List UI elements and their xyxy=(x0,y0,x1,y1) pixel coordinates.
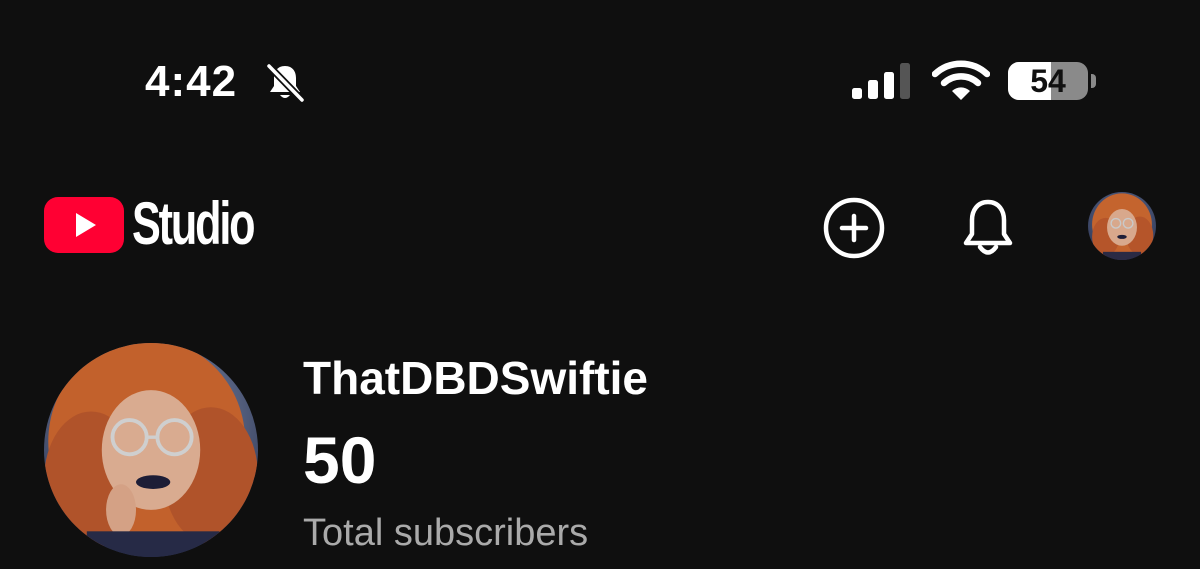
account-avatar[interactable] xyxy=(1088,192,1156,260)
subscriber-label: Total subscribers xyxy=(303,512,589,554)
create-button[interactable] xyxy=(822,196,886,260)
bell-icon xyxy=(963,199,1013,255)
plus-circle-icon xyxy=(823,197,885,259)
channel-name: ThatDBDSwiftie xyxy=(303,352,648,404)
status-bar: 4:42 54 xyxy=(0,0,1200,140)
app-header: Studio xyxy=(0,180,1200,280)
battery-percent: 54 xyxy=(1030,63,1066,99)
channel-avatar-image xyxy=(44,343,258,557)
profile-avatar xyxy=(1088,192,1156,260)
channel-avatar[interactable] xyxy=(44,343,258,557)
cellular-signal-icon xyxy=(850,62,914,100)
notifications-button[interactable] xyxy=(958,196,1018,260)
studio-home-screen: 4:42 54 Studio ThatDBDSwiftie 50 Total s… xyxy=(0,0,1200,569)
app-title: Studio xyxy=(132,190,256,257)
status-time: 4:42 xyxy=(145,57,238,106)
wifi-icon xyxy=(932,60,990,102)
bell-slash-icon xyxy=(263,60,307,104)
battery-indicator: 54 xyxy=(1008,62,1088,100)
subscriber-count: 50 xyxy=(303,423,377,497)
battery-cap xyxy=(1091,74,1096,88)
youtube-play-icon xyxy=(44,197,124,253)
